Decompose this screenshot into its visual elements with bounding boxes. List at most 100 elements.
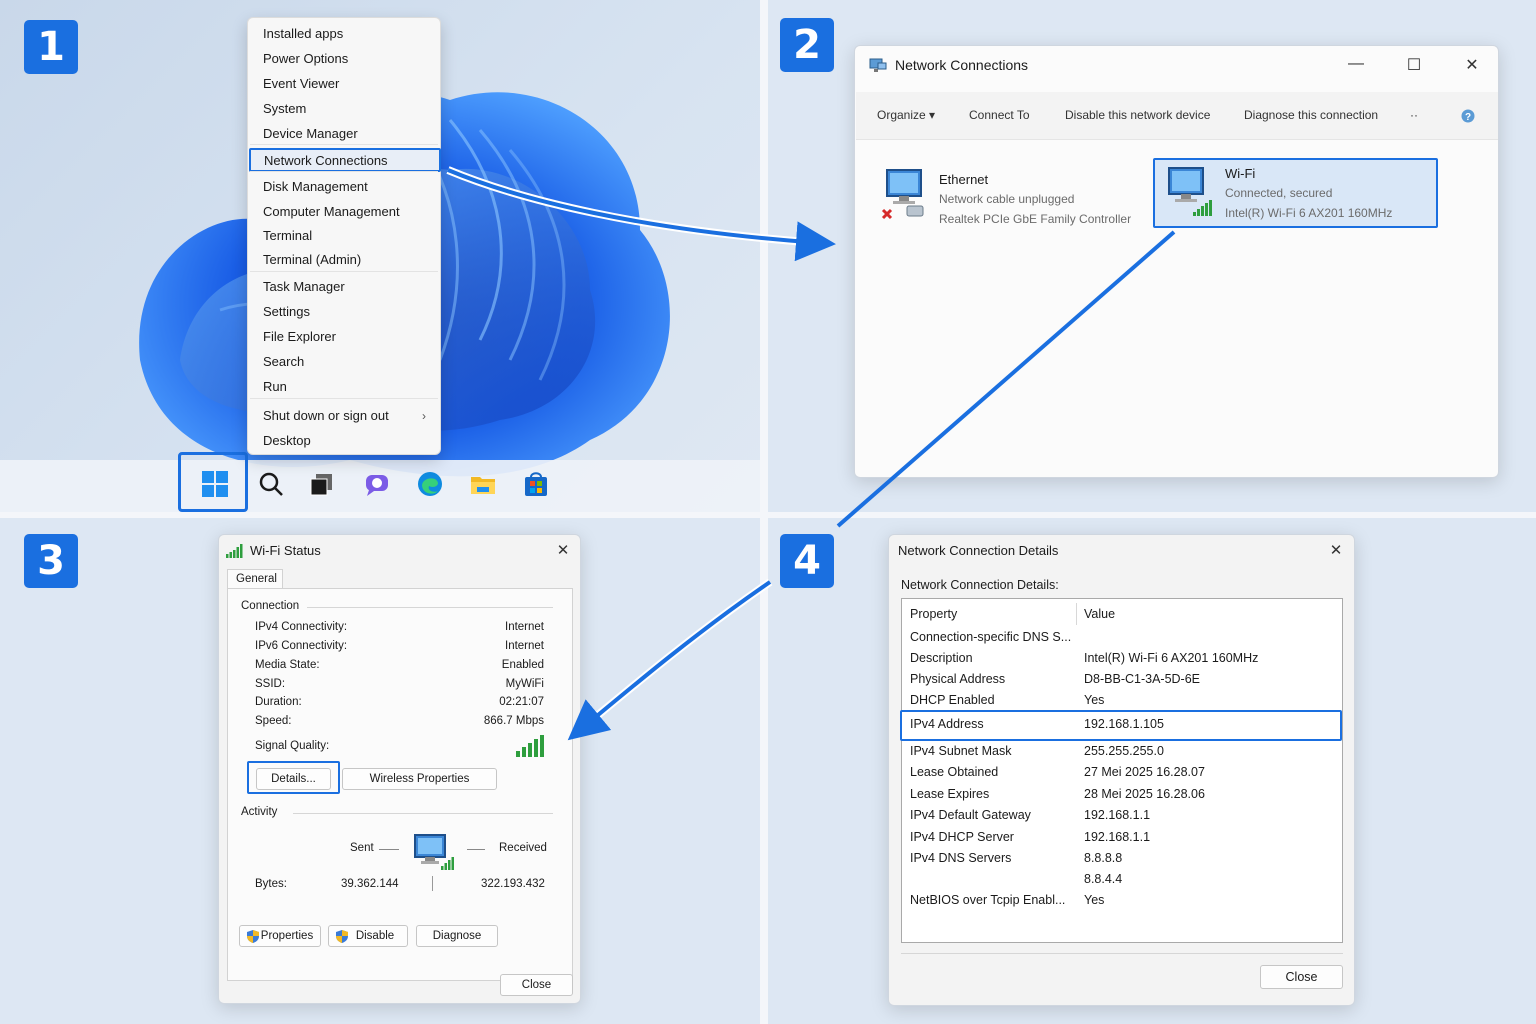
- menu-separator: [250, 171, 438, 172]
- network-activity-icon: [414, 834, 454, 870]
- store-icon[interactable]: [522, 470, 550, 498]
- organize-menu[interactable]: Organize ▾: [877, 108, 935, 122]
- ethernet-adapter-icon: [881, 169, 924, 220]
- menu-item-settings[interactable]: Settings: [248, 300, 440, 324]
- step-badge-3: 3: [24, 534, 78, 588]
- status-row-label: Media State:: [255, 659, 320, 671]
- step4-panel: Network Connection Details ✕ Network Con…: [768, 518, 1536, 1024]
- panel-divider-horizontal: [0, 512, 1536, 518]
- step-badge-4: 4: [780, 534, 834, 588]
- step-badge-1: 1: [24, 20, 78, 74]
- details-list[interactable]: Property Value Connection-specific DNS S…: [901, 598, 1343, 943]
- detail-property: IPv4 Subnet Mask: [910, 744, 1012, 758]
- menu-item-label: Event Viewer: [263, 76, 340, 91]
- task-view-icon[interactable]: [308, 470, 336, 498]
- sent-line: [379, 849, 399, 850]
- search-icon[interactable]: [257, 470, 285, 498]
- menu-item-label: Network Connections: [264, 153, 388, 168]
- menu-item-system[interactable]: System: [248, 97, 440, 121]
- menu-item-search[interactable]: Search: [248, 350, 440, 374]
- detail-value: 28 Mei 2025 16.28.06: [1084, 787, 1205, 801]
- more-options-button[interactable]: ··: [1410, 108, 1418, 122]
- close-icon[interactable]: ✕: [1326, 541, 1346, 559]
- edge-icon[interactable]: [416, 470, 444, 498]
- detail-property: DHCP Enabled: [910, 693, 995, 707]
- help-icon[interactable]: ?: [1461, 109, 1475, 123]
- adapter-status: Connected, secured: [1225, 186, 1333, 200]
- menu-item-label: Terminal: [263, 228, 313, 243]
- menu-item-device-manager[interactable]: Device Manager: [248, 122, 440, 146]
- close-button[interactable]: ✕: [1462, 55, 1482, 75]
- menu-item-power-options[interactable]: Power Options: [248, 47, 440, 71]
- menu-item-desktop[interactable]: Desktop: [248, 429, 440, 453]
- menu-item-task-manager[interactable]: Task Manager: [248, 275, 440, 299]
- properties-button[interactable]: Properties: [239, 925, 321, 947]
- menu-item-run[interactable]: Run: [248, 375, 440, 399]
- diagnose-button[interactable]: Diagnose: [416, 925, 498, 947]
- ethernet-adapter[interactable]: Ethernet Network cable unplugged Realtek…: [877, 164, 1147, 234]
- menu-item-terminal-admin[interactable]: Terminal (Admin): [248, 248, 440, 272]
- step2-panel: Network Connections — ☐ ✕ Organize ▾ Con…: [768, 0, 1536, 512]
- menu-item-label: Computer Management: [263, 204, 400, 219]
- wifi-adapter[interactable]: Wi-Fi Connected, secured Intel(R) Wi-Fi …: [1153, 158, 1438, 228]
- menu-item-label: System: [263, 101, 307, 116]
- menu-item-label: Power Options: [263, 51, 349, 66]
- received-line: [467, 849, 485, 850]
- menu-item-file-explorer[interactable]: File Explorer: [248, 325, 440, 349]
- signal-bar: [540, 735, 544, 757]
- menu-item-computer-management[interactable]: Computer Management: [248, 200, 440, 224]
- maximize-button[interactable]: ☐: [1404, 55, 1424, 75]
- menu-item-shut-down-or-sign-out[interactable]: Shut down or sign out ›: [248, 404, 440, 428]
- connection-group-label: Connection: [241, 600, 300, 612]
- minimize-button[interactable]: —: [1346, 55, 1366, 73]
- signal-strength-icon: [516, 735, 544, 757]
- menu-item-event-viewer[interactable]: Event Viewer: [248, 72, 440, 96]
- signal-bar: [528, 743, 532, 757]
- start-icon[interactable]: [201, 470, 229, 498]
- connect-to-button[interactable]: Connect To: [969, 108, 1030, 122]
- menu-item-label: Task Manager: [263, 279, 345, 294]
- wireless-properties-button[interactable]: Wireless Properties: [342, 768, 497, 790]
- diagnose-connection-button[interactable]: Diagnose this connection: [1244, 108, 1378, 122]
- shield-icon: [247, 930, 259, 943]
- column-header-property[interactable]: Property: [910, 607, 957, 621]
- footer-divider: [901, 953, 1343, 954]
- detail-property: Physical Address: [910, 672, 1006, 686]
- bytes-divider: [432, 876, 433, 891]
- column-divider[interactable]: [1076, 603, 1077, 625]
- file-explorer-icon[interactable]: [469, 470, 497, 498]
- detail-value: Intel(R) Wi-Fi 6 AX201 160MHz: [1084, 651, 1259, 665]
- tab-general[interactable]: General: [227, 569, 283, 589]
- close-button[interactable]: Close: [1260, 965, 1343, 989]
- menu-item-label: Disk Management: [263, 179, 368, 194]
- close-button[interactable]: Close: [500, 974, 573, 996]
- adapter-device: Realtek PCIe GbE Family Controller: [939, 212, 1132, 226]
- column-header-value[interactable]: Value: [1084, 607, 1115, 621]
- close-icon[interactable]: ✕: [553, 541, 573, 559]
- menu-item-label: File Explorer: [263, 329, 336, 344]
- details-button[interactable]: Details...: [256, 768, 331, 790]
- menu-item-network-connections[interactable]: Network Connections: [249, 148, 441, 172]
- status-row-value: 866.7 Mbps: [483, 715, 544, 727]
- status-row-value: Internet: [505, 640, 544, 652]
- menu-item-terminal[interactable]: Terminal: [248, 224, 440, 248]
- adapter-status: Network cable unplugged: [939, 192, 1075, 206]
- menu-item-label: Run: [263, 379, 287, 394]
- bytes-received: 322.193.432: [481, 878, 545, 890]
- status-row-value: Internet: [505, 621, 544, 633]
- signal-bar: [522, 747, 526, 757]
- disable-device-button[interactable]: Disable this network device: [1065, 108, 1210, 122]
- detail-property: Lease Expires: [910, 787, 990, 801]
- sent-label: Sent: [350, 842, 374, 854]
- disable-button[interactable]: Disable: [328, 925, 408, 947]
- chat-icon[interactable]: [363, 470, 391, 498]
- detail-value: 27 Mei 2025 16.28.07: [1084, 765, 1205, 779]
- status-row-label: IPv4 Connectivity:: [255, 621, 348, 633]
- signal-icon: [226, 544, 243, 558]
- detail-value: 192.168.1.1: [1084, 808, 1151, 822]
- group-divider: [307, 607, 553, 608]
- menu-item-installed-apps[interactable]: Installed apps: [248, 22, 440, 46]
- menu-item-disk-management[interactable]: Disk Management: [248, 175, 440, 199]
- status-row-value: 02:21:07: [499, 696, 544, 708]
- menu-item-label: Desktop: [263, 433, 311, 448]
